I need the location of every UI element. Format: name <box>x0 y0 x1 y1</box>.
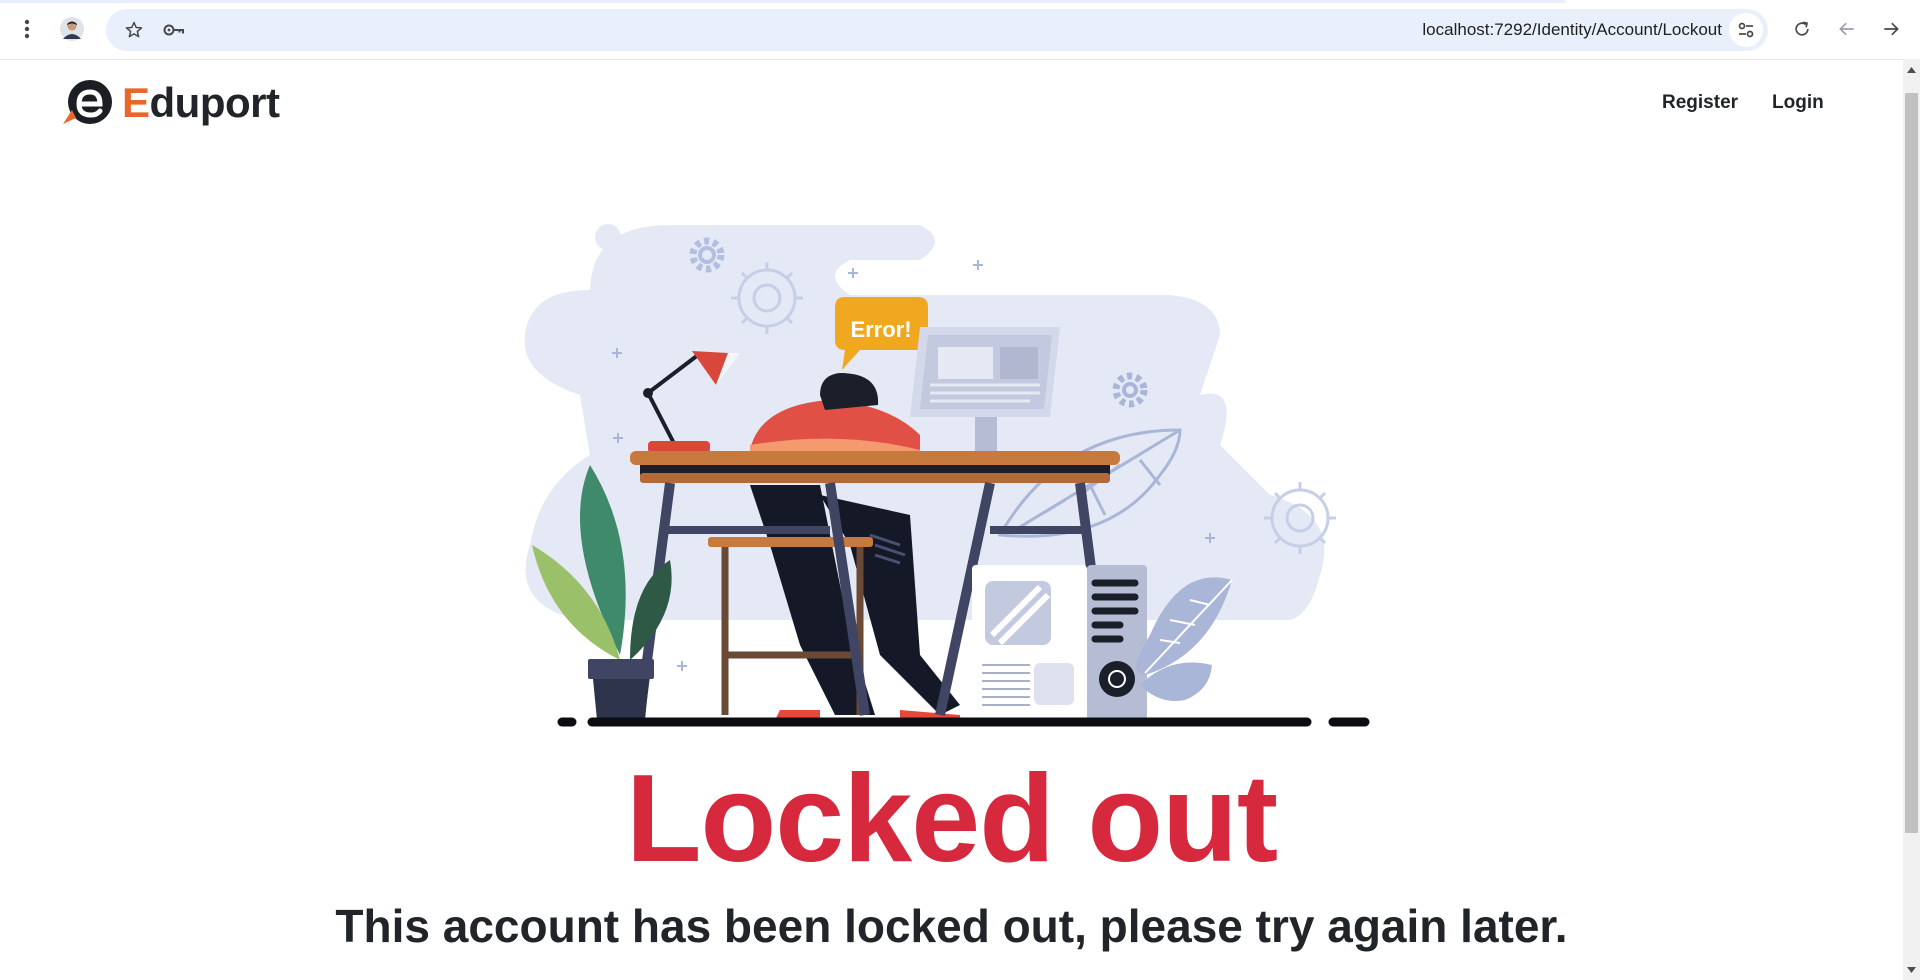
site-navbar: Eduport Register Login <box>0 60 1903 148</box>
page-scrollbar[interactable] <box>1903 59 1920 980</box>
lockout-message: This account has been locked out, please… <box>335 900 1568 952</box>
address-bar[interactable]: localhost:7292/Identity/Account/Lockout <box>106 9 1768 51</box>
tab-strip-edge <box>0 0 1565 3</box>
tune-icon[interactable] <box>1729 13 1763 47</box>
browser-toolbar: localhost:7292/Identity/Account/Lockout <box>0 0 1920 60</box>
register-link[interactable]: Register <box>1662 92 1738 114</box>
brand-name: Eduport <box>122 79 280 126</box>
eduport-logo-icon <box>63 80 112 124</box>
profile-avatar-icon[interactable] <box>54 11 90 47</box>
reload-icon[interactable] <box>1784 11 1820 47</box>
brand-logo[interactable]: Eduport <box>60 79 280 126</box>
login-link[interactable]: Login <box>1772 92 1824 114</box>
background-blob <box>524 225 1325 620</box>
scroll-down-arrow-icon[interactable] <box>1903 961 1920 978</box>
more-vert-icon[interactable] <box>9 11 45 47</box>
brand-name-rest: duport <box>149 79 280 126</box>
star-icon[interactable] <box>116 12 152 48</box>
back-arrow-icon[interactable] <box>1829 11 1865 47</box>
scroll-thumb[interactable] <box>1905 93 1918 833</box>
computer-tower <box>972 565 1147 720</box>
error-bubble-text: Error! <box>850 317 911 342</box>
lockout-illustration: Error! <box>524 224 1370 727</box>
url-text[interactable]: localhost:7292/Identity/Account/Lockout <box>1422 9 1722 51</box>
page-title: Locked out <box>625 750 1278 888</box>
forward-arrow-icon[interactable] <box>1873 11 1909 47</box>
key-icon[interactable] <box>156 12 192 48</box>
scroll-up-arrow-icon[interactable] <box>1903 61 1920 78</box>
brand-first-letter: E <box>122 79 150 126</box>
bubble-dot <box>595 224 621 250</box>
